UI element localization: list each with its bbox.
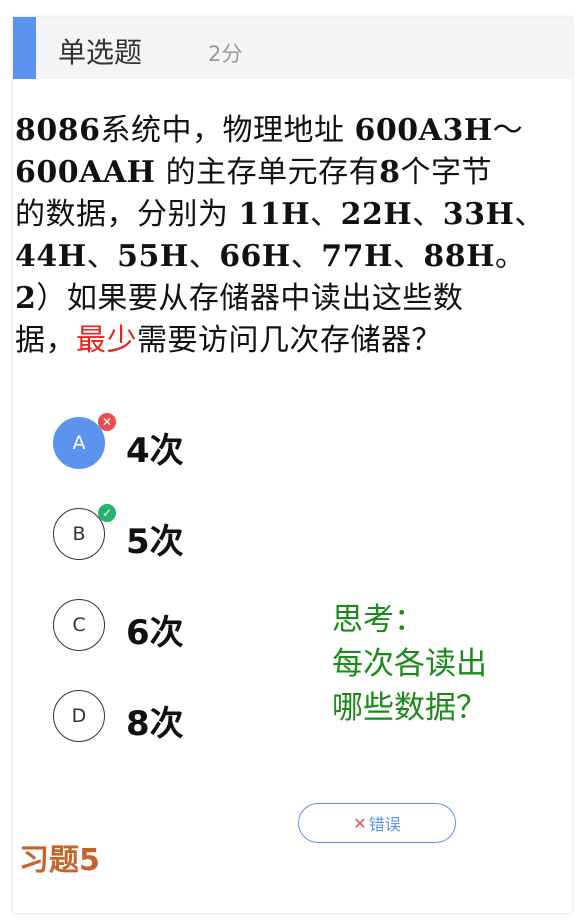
- question-highlight: 最少: [76, 323, 137, 358]
- question-segment: 600A3H: [354, 113, 493, 148]
- option-a[interactable]: A ✕ 4次: [53, 413, 353, 473]
- option-text: 8次: [126, 704, 184, 744]
- option-letter-circle: A: [53, 417, 105, 469]
- option-letter-circle: B: [53, 508, 105, 560]
- question-segment: ）如果要从存储器中读出这些数: [36, 281, 464, 316]
- question-type-title: 单选题: [58, 36, 143, 69]
- question-header: 单选题 2分: [13, 17, 572, 79]
- question-line: 据，最少需要访问几次存储器？: [15, 320, 555, 362]
- question-segment: 77H: [321, 239, 393, 274]
- question-score: 2分: [208, 42, 243, 66]
- option-text: 5次: [126, 522, 184, 562]
- exercise-label: 习题5: [19, 843, 100, 878]
- question-segment: 44H: [15, 239, 87, 274]
- correct-mark-icon: ✓: [98, 504, 116, 522]
- question-line: 2）如果要从存储器中读出这些数: [15, 278, 555, 320]
- question-segment: 2: [15, 281, 37, 316]
- question-segment: 、: [188, 239, 220, 274]
- option-letter-circle: D: [53, 690, 105, 742]
- question-segment: 33H: [442, 197, 515, 232]
- question-segment: 55H: [117, 239, 189, 274]
- question-segment: 据，: [15, 323, 76, 358]
- question-segment: 的主存单元存有: [155, 155, 380, 190]
- question-segment: 600AAH: [15, 155, 156, 190]
- question-segment: 个字节: [400, 155, 492, 190]
- question-segment: ～: [492, 113, 524, 148]
- header-accent-bar: [13, 17, 36, 79]
- wrong-mark-icon: ✕: [98, 413, 116, 431]
- question-text: 8086系统中，物理地址 600A3H～ 600AAH 的主存单元存有8个字节 的数…: [15, 110, 555, 362]
- option-text: 6次: [126, 613, 184, 653]
- question-segment: 8: [379, 155, 401, 190]
- option-c[interactable]: C 6次: [53, 599, 353, 655]
- question-segment: 需要访问几次存储器？: [137, 323, 442, 358]
- think-note-line: 哪些数据？: [332, 690, 487, 726]
- question-segment: 、: [86, 239, 118, 274]
- question-segment: 系统中，物理地址: [100, 113, 355, 148]
- option-letter-circle: C: [53, 599, 105, 651]
- question-segment: 22H: [340, 197, 413, 232]
- question-line: 600AAH 的主存单元存有8个字节: [15, 152, 555, 194]
- think-note: 思考： 每次各读出哪些数据？: [332, 598, 552, 730]
- think-note-line: 思考：: [332, 602, 425, 638]
- option-b[interactable]: B ✓ 5次: [53, 504, 353, 564]
- question-segment: 、: [392, 239, 424, 274]
- think-note-line: 每次各读出: [332, 646, 487, 682]
- close-icon: ✕: [353, 813, 367, 833]
- question-line: 的数据，分别为 11H、22H、33H、: [15, 194, 555, 236]
- error-button[interactable]: ✕ 错误: [298, 803, 456, 843]
- question-segment: 、: [412, 197, 443, 232]
- question-segment: 8086: [15, 113, 101, 148]
- question-segment: 、: [310, 197, 341, 232]
- option-d[interactable]: D 8次: [53, 690, 353, 746]
- error-button-label: 错误: [368, 815, 401, 834]
- question-segment: 11H: [238, 197, 311, 232]
- option-text: 4次: [126, 431, 184, 471]
- question-segment: 、: [290, 239, 322, 274]
- question-segment: 。: [494, 239, 526, 274]
- question-segment: 66H: [219, 239, 291, 274]
- question-segment: 88H: [423, 239, 495, 274]
- question-line: 44H、55H、66H、77H、88H。: [15, 236, 555, 278]
- question-segment: 的数据，分别为: [15, 197, 239, 232]
- question-line: 8086系统中，物理地址 600A3H～: [15, 110, 555, 152]
- question-segment: 、: [514, 197, 545, 232]
